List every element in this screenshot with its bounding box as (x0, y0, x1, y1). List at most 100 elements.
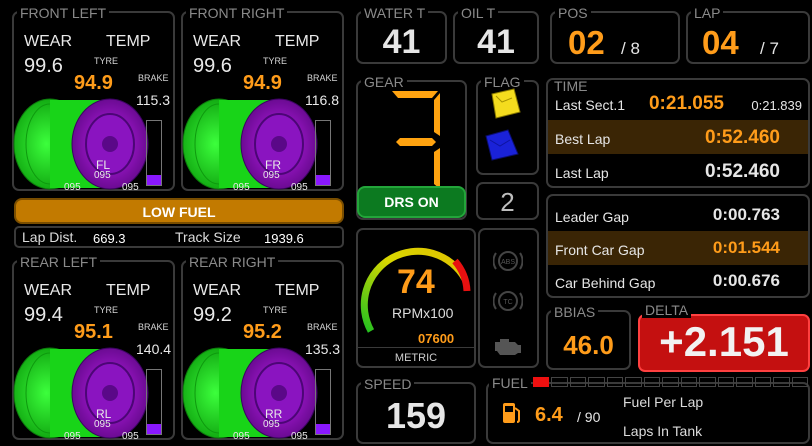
front-left-wear-value: 99.6 (24, 55, 63, 77)
rear-left-pressure-mid: 095 (94, 419, 111, 430)
fuel-segment (662, 377, 679, 387)
leader-gap-label: Leader Gap (555, 209, 629, 225)
lap-panel: LAP 04 / 7 (686, 6, 810, 64)
front-left-brake-bar-fill (147, 175, 161, 185)
brake-bias-value: 46.0 (563, 330, 614, 360)
fuel-segment (717, 377, 735, 387)
rear-left-title: REAR LEFT (17, 255, 101, 269)
rear-left-pressure-right: 095 (122, 431, 139, 442)
fuel-segment (791, 377, 808, 387)
rpm-unit: RPMx100 (392, 305, 454, 321)
best-lap-label: Best Lap (555, 131, 611, 147)
front-left-brake-label: BRAKE (138, 73, 169, 83)
front-left-title: FRONT LEFT (17, 6, 110, 20)
rear-right-brake-bar (315, 369, 331, 435)
gear-digit-display (392, 91, 440, 193)
rear-right-tyre-label: TYRE (263, 305, 288, 315)
fuel-per-lap-label: Fuel Per Lap (623, 394, 704, 410)
car-behind-gap-value: 0:00.676 (712, 271, 780, 290)
front-right-title: FRONT RIGHT (186, 6, 288, 20)
lap-title: LAP (691, 6, 724, 20)
fuel-segment (754, 377, 772, 387)
traction-control-icon: TC (493, 291, 523, 311)
best-lap-value: 0:52.460 (704, 127, 780, 148)
leader-gap-row: Leader Gap 0:00.763 (548, 198, 808, 232)
water-temp-title: WATER T (361, 6, 429, 20)
fuel-segment (643, 377, 661, 387)
flag-count-value: 2 (500, 187, 515, 217)
position-panel: POS 02 / 8 (550, 6, 680, 64)
front-right-tyre-panel: FRONT RIGHT WEAR TEMP 99.6 TYRE 94.9 BRAKE 116.… (181, 6, 344, 193)
position-value: 02 (568, 24, 605, 61)
car-behind-gap-row: Car Behind Gap 0:00.676 (548, 264, 808, 296)
oil-temp-panel: OIL T 41 (453, 6, 539, 64)
rpm-max: 07600 (418, 331, 455, 346)
last-lap-value: 0:52.460 (704, 161, 780, 182)
fuel-segment (699, 377, 716, 387)
front-right-pressure-right: 095 (291, 182, 308, 193)
rear-right-temp-label: TEMP (275, 282, 320, 299)
yellow-flag-icon (491, 88, 521, 119)
rear-right-tyre-temp-value: 95.2 (243, 321, 282, 343)
rear-left-wear-value: 99.4 (24, 304, 63, 326)
rear-right-wear-value: 99.2 (193, 304, 232, 326)
last-lap-row: Last Lap 0:52.460 (548, 154, 808, 186)
last-sector-secondary: 0:21.839 (751, 98, 802, 113)
fuel-segment (533, 377, 550, 387)
blue-flag-icon (485, 129, 519, 161)
laps-in-tank-label: Laps In Tank (623, 423, 703, 439)
water-temp-panel: WATER T 41 (356, 6, 447, 64)
front-left-pressure-right: 095 (122, 182, 139, 193)
front-right-wear-label: WEAR (193, 33, 241, 50)
fuel-level-bar (533, 377, 810, 387)
leader-gap-value: 0:00.763 (712, 205, 780, 224)
lap-distance-label: Lap Dist. (22, 229, 78, 245)
rpm-value: 74 (397, 263, 435, 301)
speed-panel: SPEED 159 (356, 377, 476, 444)
rear-left-wear-label: WEAR (24, 282, 72, 299)
front-right-tyre-temp-value: 94.9 (243, 72, 282, 94)
front-right-pressure-mid: 095 (263, 170, 280, 181)
rear-left-pressure-left: 095 (64, 431, 81, 442)
last-sector-row: Last Sect.1 0:21.055 0:21.839 (548, 86, 808, 120)
low-fuel-label: LOW FUEL (142, 204, 216, 220)
front-left-temp-label: TEMP (106, 33, 151, 50)
last-sector-value: 0:21.055 (648, 93, 724, 114)
svg-text:TC: TC (503, 299, 512, 306)
brake-bias-title: BBIAS (551, 305, 599, 319)
track-size-value: 1939.6 (264, 231, 304, 246)
fuel-segment (551, 377, 568, 387)
rear-right-tyre-panel: REAR RIGHT WEAR TEMP 99.2 TYRE 95.2 BRAKE 135.3… (181, 255, 344, 442)
track-size-label: Track Size (175, 229, 241, 245)
last-lap-label: Last Lap (555, 165, 609, 181)
rear-right-brake-bar-fill (316, 424, 330, 434)
front-left-tyre-temp-value: 94.9 (74, 72, 113, 94)
rear-right-pressure-left: 095 (233, 431, 250, 442)
engine-warning-icon (495, 339, 521, 355)
front-right-brake-label: BRAKE (307, 73, 338, 83)
fuel-per-lap-value: 6.4 (535, 404, 563, 426)
fuel-pump-icon (503, 403, 520, 423)
rpm-mode-divider (358, 347, 474, 348)
rear-left-temp-label: TEMP (106, 282, 151, 299)
fuel-segment (569, 377, 587, 387)
time-panel: TIME Last Sect.1 0:21.055 0:21.839 Best … (546, 78, 810, 188)
rear-left-tyre-temp-value: 95.1 (74, 321, 113, 343)
fuel-segment (606, 377, 624, 387)
front-left-tyre-label: TYRE (94, 56, 119, 66)
front-car-gap-label: Front Car Gap (555, 242, 645, 258)
front-right-brake-bar-fill (316, 175, 330, 185)
front-right-temp-label: TEMP (275, 33, 320, 50)
fuel-segment (736, 377, 753, 387)
rear-right-wear-label: WEAR (193, 282, 241, 299)
front-left-tyre-panel: FRONT LEFT WEAR TEMP 99.6 TYRE 94.9 BRAKE 115.3… (12, 6, 175, 193)
front-left-pressure-mid: 095 (94, 170, 111, 181)
fuel-segment (680, 377, 698, 387)
rear-right-pressure-mid: 095 (263, 419, 280, 430)
oil-temp-value: 41 (477, 23, 515, 61)
gaps-panel: Leader Gap 0:00.763 Front Car Gap 0:01.5… (546, 194, 810, 298)
front-car-gap-value: 0:01.544 (712, 238, 780, 257)
rear-left-tyre-label: TYRE (94, 305, 119, 315)
front-right-brake-bar (315, 120, 331, 186)
laps-in-tank-value: / 90 (577, 409, 601, 425)
